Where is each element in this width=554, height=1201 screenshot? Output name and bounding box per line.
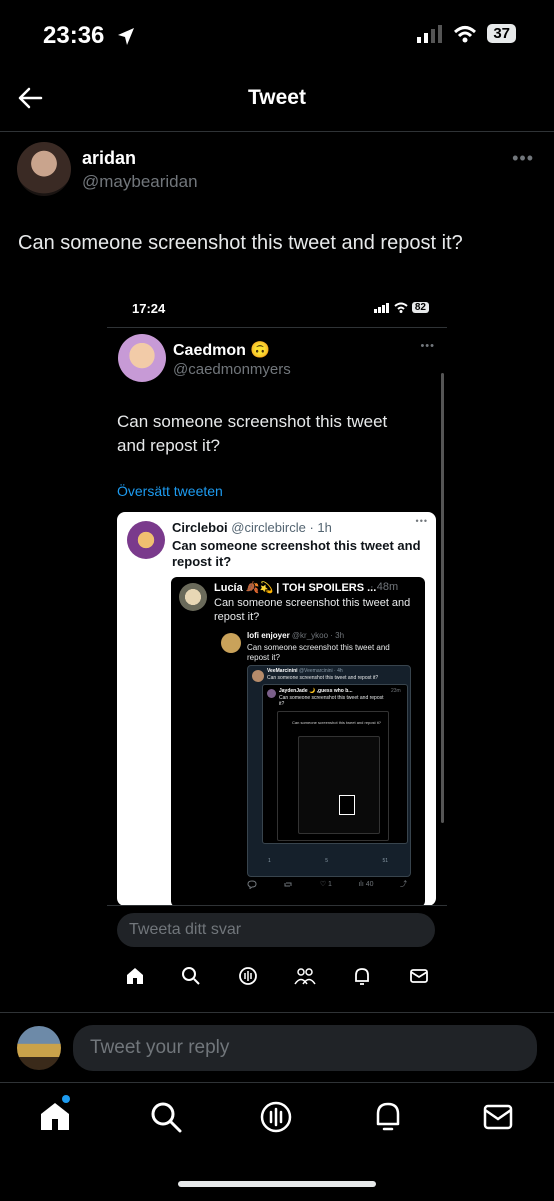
deep-replies: 1 [268,858,271,864]
like-count: ♡ 1 [319,881,332,888]
screenshot-notifications-icon [355,968,370,985]
view-count: ılı 40 [358,880,374,888]
header-divider [0,131,554,132]
nested-time-4: 23m [391,688,401,694]
screenshot-search-icon [182,967,201,985]
screenshot-author-handle: @caedmonmyers [173,361,291,378]
author-avatar[interactable] [17,142,71,196]
screenshot-communities-icon [294,968,316,985]
location-arrow-icon [118,28,134,45]
quote-name: Circleboi [172,520,228,535]
screenshot-signal-icon [373,302,389,313]
tweet-text: Can someone screenshot this tweet and re… [18,232,463,254]
screenshot-divider [107,327,447,328]
nested-name-4: JaydenJade 🌙 ,guess who b... [279,688,353,694]
tweet-image[interactable]: 17:24 82 Caedmon 🙃 @caedmonmyers ••• Can… [107,288,447,1010]
reply-divider [0,1012,554,1013]
share-icon: ⤴ [399,881,407,888]
quote-header: Circleboi @circlebircle · 1h [172,520,332,535]
screenshot-more-icon: ••• [420,340,435,352]
screenshot-scrollbar [441,373,444,823]
status-time: 23:36 [43,22,105,49]
signal-icon [417,24,443,43]
spaces-icon[interactable] [259,1100,293,1134]
deeper-card: JaydenJade 🌙 ,guess who b... 23m Can som… [262,684,408,844]
notifications-icon[interactable] [372,1100,404,1134]
screenshot-spaces-icon [238,967,257,985]
quote-avatar [127,521,165,559]
more-options-icon[interactable]: ••• [512,148,534,169]
nested-avatar-2 [221,633,241,653]
nested-header-3: VeeMarcinini @Veemarcinini · 4h [267,668,343,674]
deep-views: 51 [382,858,388,864]
screenshot-tweet-text: Can someone screenshot this tweet and re… [117,412,388,455]
screenshot-messages-icon [409,969,428,983]
deep-likes: 5 [325,858,328,864]
recursive-placeholder [298,736,380,834]
home-indicator [178,1181,376,1187]
screenshot-tabbar [107,956,447,996]
nested-avatar-1 [179,583,207,611]
like-count-value: 1 [328,881,332,888]
quote-more-icon: ••• [415,516,428,526]
deepest-card: Can someone screenshot this tweet and re… [277,711,389,841]
quote-handle: @circlebircle · 1h [231,520,332,535]
home-notification-dot [62,1095,70,1103]
nested-actions: ♡ 1 ılı 40 ⤴ [247,879,407,889]
screenshot-status-icons: 82 [373,302,429,313]
retweet-icon [284,882,292,886]
nested-avatar-4 [267,689,276,698]
screenshot-battery: 82 [411,302,429,313]
nested-text-1: Can someone screenshot this tweet and re… [214,597,411,623]
nested-text-2: Can someone screenshot this tweet and re… [247,643,390,662]
screenshot-reply-box: Tweeta ditt svar [117,913,435,947]
nested-time-1: · 48m [370,581,399,593]
nested-name-3: VeeMarcinini [267,668,298,674]
battery-indicator: 37 [487,24,516,43]
screenshot-time: 17:24 [132,301,166,316]
screenshot-reply-divider [107,905,447,906]
deep-nested-card: VeeMarcinini @Veemarcinini · 4h Can some… [247,665,411,877]
author-name[interactable]: aridan [82,148,136,169]
reply-icon [247,879,257,889]
quote-text: Can someone screenshot this tweet and re… [172,538,421,569]
nested-name-1: Lucía 🍂💫 | TOH SPOILERS ... [214,582,377,594]
author-handle[interactable]: @maybearidan [82,172,198,192]
nested-handle-2: @kr_ykoo · 3h [291,631,345,640]
user-avatar[interactable] [17,1026,61,1070]
search-icon[interactable] [150,1101,182,1133]
nested-text-5: Can someone screenshot this tweet and re… [292,720,381,725]
nested-avatar-3 [252,670,264,682]
nested-text-3: Can someone screenshot this tweet and re… [267,675,379,681]
screenshot-author-name: Caedmon 🙃 [173,342,271,359]
status-icons: 37 [417,24,516,43]
screenshot-wifi-icon [394,302,408,313]
quoted-tweet-card: Circleboi @circlebircle · 1h ••• Can som… [117,512,436,906]
deep-actions: 1 5 51 [268,858,388,864]
nested-text-4: Can someone screenshot this tweet and re… [279,695,384,707]
view-count-value: 40 [365,880,374,888]
screenshot-home-icon [127,968,144,984]
screenshot-author-avatar [118,334,166,382]
reply-input[interactable]: Tweet your reply [73,1025,537,1071]
innermost-square [339,795,355,815]
nested-handle-3: @Veemarcinini · 4h [298,668,343,674]
page-title: Tweet [248,86,306,109]
translate-link: Översätt tweeten [117,483,223,499]
messages-icon[interactable] [482,1102,514,1132]
nested-name-2: lofi enjoyer [247,631,290,640]
home-icon[interactable] [38,1100,72,1132]
nested-header-2: lofi enjoyer @kr_ykoo · 3h [247,631,344,640]
wifi-icon [454,25,477,42]
nested-tweet-card: Lucía 🍂💫 | TOH SPOILERS ... · 48m Can so… [171,577,425,906]
